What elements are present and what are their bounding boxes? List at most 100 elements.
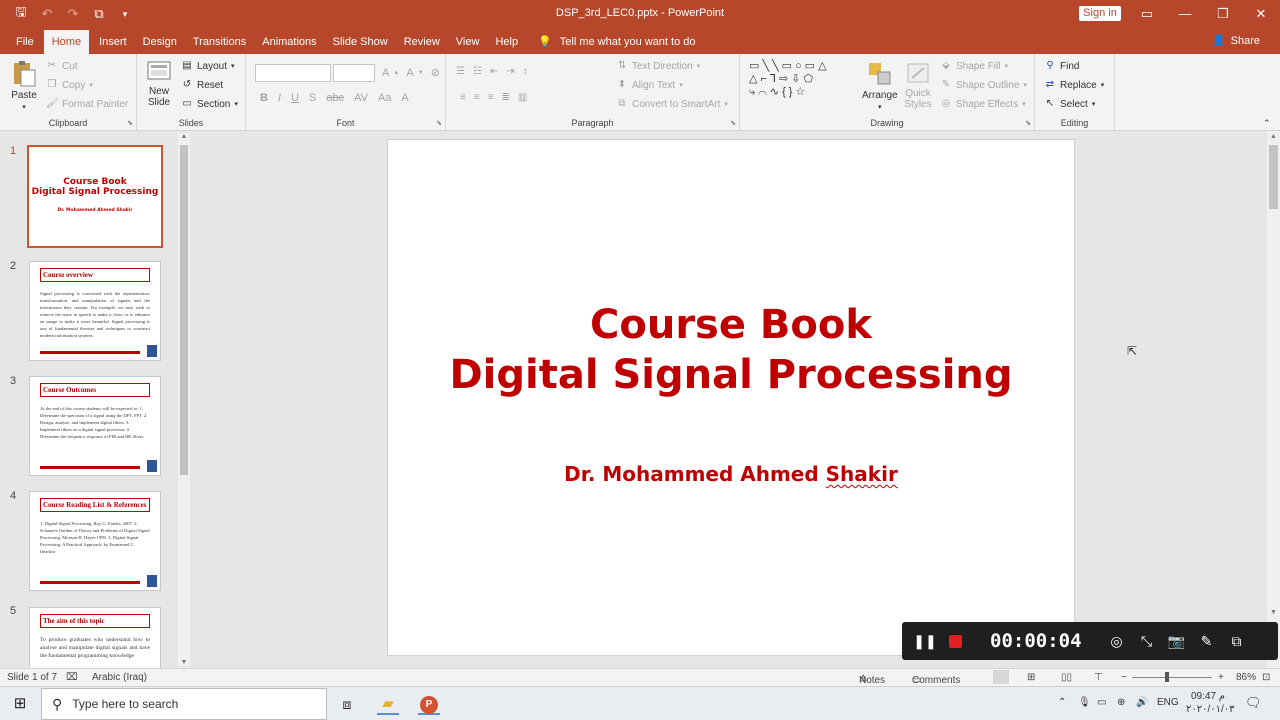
redo-icon[interactable]: ↷ [62, 6, 84, 22]
scroll-down-icon[interactable]: ▼ [1267, 609, 1280, 616]
share-button[interactable]: 👤 Share [1212, 34, 1260, 48]
battery-icon[interactable]: ▭ [1097, 697, 1106, 708]
volume-icon[interactable]: 🔊 [1136, 697, 1148, 708]
zoom-out-icon[interactable]: − [1121, 672, 1127, 683]
current-slide[interactable]: Course Book Digital Signal Processing Dr… [387, 139, 1075, 656]
find-button[interactable]: ⚲ Find [1044, 60, 1079, 72]
font-size-combo[interactable] [333, 64, 375, 82]
format-painter-button[interactable]: 🖌 Format Painter [46, 98, 128, 110]
scrollbar-thumb[interactable] [1269, 145, 1278, 209]
task-view-icon[interactable]: ⧈ [336, 693, 358, 715]
tell-me-box[interactable]: 💡 Tell me what you want to do [526, 30, 695, 54]
dialog-launcher-icon[interactable]: ⬊ [436, 119, 442, 127]
clock[interactable]: 09:47 م ٢٠٢٠/٠١/٠٣ [1186, 690, 1235, 716]
scroll-down-icon[interactable]: ▼ [178, 659, 190, 666]
section-button[interactable]: ▭ Section ▾ [181, 98, 238, 110]
list-buttons[interactable]: ☰ ☷ ⇤ ⇥ ↕ [456, 66, 528, 77]
align-text-button[interactable]: ⬍ Align Text ▾ [616, 79, 683, 91]
notifications-icon[interactable]: 🗨 [1245, 695, 1262, 711]
tab-help[interactable]: Help [487, 30, 526, 54]
tab-file[interactable]: File [0, 30, 42, 54]
window-button[interactable]: ⧉ [1222, 622, 1252, 660]
scroll-up-icon[interactable]: ▲ [178, 133, 190, 140]
fullscreen-button[interactable]: ⤡ [1132, 622, 1162, 660]
quick-styles-button[interactable]: Quick Styles [904, 60, 932, 110]
slide-thumbnail-2[interactable]: Course overview Signal processing is con… [29, 261, 161, 361]
tab-animations[interactable]: Animations [254, 30, 324, 54]
shape-fill-button[interactable]: ⬙ Shape Fill ▾ [940, 60, 1008, 72]
ribbon-display-options-icon[interactable]: ▭ [1128, 0, 1166, 28]
minimize-button[interactable]: — [1166, 0, 1204, 28]
replace-button[interactable]: ⇄ Replace ▾ [1044, 79, 1104, 91]
network-icon[interactable]: ⊕ [1117, 697, 1125, 708]
language-indicator[interactable]: ENG [1157, 697, 1179, 708]
copy-button[interactable]: ❐ Copy ▾ [46, 79, 93, 91]
scroll-up-icon[interactable]: ▲ [1267, 133, 1280, 140]
undo-icon[interactable]: ↶ [36, 6, 58, 22]
screenshot-button[interactable]: 📷 [1162, 622, 1192, 660]
font-format-buttons[interactable]: B I U Sabc AV Aa A [260, 92, 409, 104]
zoom-slider[interactable] [1132, 677, 1212, 678]
microphone-icon[interactable]: 🎙 [1078, 697, 1091, 708]
save-icon[interactable]: 🖫 [10, 3, 32, 25]
font-size-buttons[interactable]: A ▲ A ▼ ⊘ [382, 66, 440, 80]
alignment-buttons[interactable]: ≡ ≡ ≡ ≣ ▥ [460, 92, 527, 103]
tab-view[interactable]: View [448, 30, 488, 54]
taskbar-search-box[interactable]: ⚲ Type here to search [41, 688, 327, 720]
select-button[interactable]: ↖ Select ▾ [1044, 98, 1096, 110]
pause-button[interactable]: ❚❚ [910, 622, 940, 660]
scrollbar-thumb[interactable] [180, 145, 188, 475]
powerpoint-taskbar-icon[interactable]: P [418, 693, 440, 715]
language-indicator[interactable]: Arabic (Iraq) [92, 672, 147, 683]
reset-button[interactable]: ↺ Reset [181, 79, 223, 91]
thumbnail-scrollbar[interactable]: ▲ ▼ [178, 133, 190, 666]
slide-sorter-icon[interactable]: ⊞ [1027, 672, 1035, 683]
webcam-button[interactable]: ◎ [1102, 622, 1132, 660]
sign-in-button[interactable]: Sign in [1079, 6, 1121, 21]
file-explorer-icon[interactable]: ▰ [377, 693, 399, 715]
draw-button[interactable]: ✎ [1192, 622, 1222, 660]
windows-start-icon[interactable]: ⊞ [9, 693, 31, 715]
spellcheck-icon[interactable]: ⌧ [66, 672, 78, 683]
slide-author[interactable]: Dr. Mohammed Ahmed Shakir [388, 462, 1074, 486]
start-from-beginning-icon[interactable]: ⧉ [88, 6, 110, 22]
dialog-launcher-icon[interactable]: ⬊ [730, 119, 736, 127]
zoom-slider-thumb[interactable] [1165, 672, 1169, 682]
shape-effects-button[interactable]: ◎ Shape Effects ▾ [940, 98, 1026, 110]
slide-thumbnail-1[interactable]: Course Book Digital Signal Processing Dr… [27, 145, 163, 248]
close-button[interactable]: ✕ [1242, 0, 1280, 28]
slide-thumbnail-3[interactable]: Course Outcomes At the end of this cours… [29, 376, 161, 476]
shapes-gallery[interactable]: ▭╲╲▭○▭△ △⌐⅂⇨⇩⬠ ⤷⌒∿{}☆ [749, 60, 859, 99]
tab-slide-show[interactable]: Slide Show [325, 30, 396, 54]
slide-title-line2[interactable]: Digital Signal Processing [388, 350, 1074, 400]
arrange-button[interactable]: Arrange ▾ [862, 60, 898, 111]
customize-qat-icon[interactable]: ▾ [114, 9, 136, 20]
slideshow-icon[interactable]: ⊤ [1094, 672, 1103, 683]
tab-insert[interactable]: Insert [91, 30, 135, 54]
slide-thumbnail-5[interactable]: The aim of this topic To produce graduat… [29, 607, 161, 668]
slide-scrollbar[interactable]: ▲ ▼ [1267, 131, 1280, 668]
new-slide-button[interactable]: New Slide [145, 58, 173, 108]
tab-design[interactable]: Design [135, 30, 185, 54]
stop-button[interactable] [940, 622, 970, 660]
layout-button[interactable]: ▤ Layout ▾ [181, 60, 234, 72]
normal-view-icon[interactable] [993, 670, 1009, 684]
show-hidden-icons[interactable]: ⌃ [1058, 697, 1066, 708]
convert-smartart-button[interactable]: ⧉ Convert to SmartArt ▾ [616, 98, 727, 110]
zoom-level[interactable]: 86% [1236, 672, 1256, 683]
tab-review[interactable]: Review [396, 30, 448, 54]
reading-view-icon[interactable]: ▯▯ [1061, 672, 1072, 683]
slide-title-line1[interactable]: Course Book [388, 300, 1074, 350]
collapse-ribbon-icon[interactable]: ⌃ [1263, 118, 1271, 129]
dialog-launcher-icon[interactable]: ⬊ [127, 119, 133, 127]
cut-button[interactable]: ✂ Cut [46, 60, 78, 72]
tab-home[interactable]: Home [43, 30, 90, 54]
tab-transitions[interactable]: Transitions [185, 30, 254, 54]
font-name-combo[interactable] [255, 64, 331, 82]
paste-button[interactable]: Paste ▾ [10, 60, 38, 111]
text-direction-button[interactable]: ⇅ Text Direction ▾ [616, 60, 700, 72]
fit-to-window-icon[interactable]: ⊡ [1262, 672, 1270, 683]
restore-button[interactable]: ❐ [1204, 0, 1242, 28]
shape-outline-button[interactable]: ✎ Shape Outline ▾ [940, 79, 1027, 91]
zoom-in-icon[interactable]: + [1218, 672, 1224, 683]
